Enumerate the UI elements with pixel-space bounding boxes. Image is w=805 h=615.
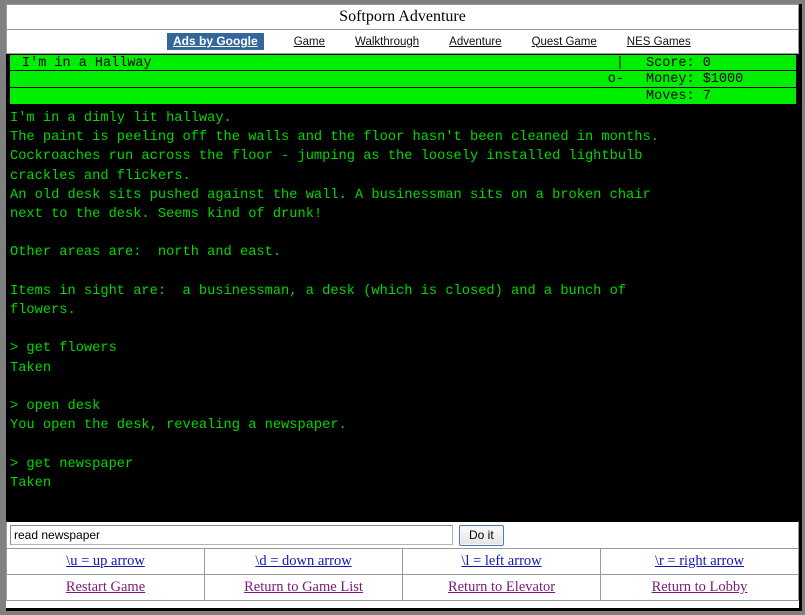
status-row-money: o- Money: $1000 <box>10 71 796 88</box>
nav-cell-lobby[interactable]: Return to Lobby <box>601 575 798 600</box>
status-location: I'm in a Hallway <box>22 56 152 71</box>
nav-cell-game-list[interactable]: Return to Game List <box>205 575 403 600</box>
status-panel: I'm in a Hallway | Score: 0 o- Money: $1… <box>6 54 796 105</box>
arrow-cell-down[interactable]: \d = down arrow <box>205 549 403 574</box>
arrow-link-right[interactable]: \r = right arrow <box>655 553 744 570</box>
ads-by-google-badge[interactable]: Ads by Google <box>167 33 264 50</box>
arrow-link-down[interactable]: \d = down arrow <box>255 553 351 570</box>
top-nav-bar: Ads by Google Game Walkthrough Adventure… <box>6 30 799 54</box>
status-score: Score: 0 <box>646 56 711 71</box>
arrow-link-left[interactable]: \l = left arrow <box>461 553 541 570</box>
compass-indicator-row3 <box>504 88 624 104</box>
status-blank-1 <box>10 71 504 87</box>
command-input[interactable] <box>10 525 453 545</box>
nav-link-walkthrough[interactable]: Walkthrough <box>355 36 419 48</box>
console-transcript: I'm in a dimly lit hallway. The paint is… <box>10 111 659 491</box>
arrow-link-up[interactable]: \u = up arrow <box>66 553 145 570</box>
link-return-to-game-list[interactable]: Return to Game List <box>244 579 363 596</box>
page-title: Softporn Adventure <box>6 4 799 30</box>
command-bar: Do it <box>6 521 799 549</box>
status-money: Money: $1000 <box>646 72 744 87</box>
console-output: I'm in a dimly lit hallway. The paint is… <box>6 105 799 521</box>
nav-link-quest-game[interactable]: Quest Game <box>532 36 597 48</box>
status-blank-2 <box>10 88 504 104</box>
nav-link-game[interactable]: Game <box>294 36 325 48</box>
browser-page: Softporn Adventure Ads by Google Game Wa… <box>0 0 805 615</box>
status-moves: Moves: 7 <box>646 89 711 104</box>
arrow-cell-left[interactable]: \l = left arrow <box>403 549 601 574</box>
arrow-shortcut-row: \u = up arrow \d = down arrow \l = left … <box>6 549 799 575</box>
link-restart-game[interactable]: Restart Game <box>66 579 145 596</box>
nav-cell-restart[interactable]: Restart Game <box>7 575 205 600</box>
arrow-cell-up[interactable]: \u = up arrow <box>7 549 205 574</box>
do-it-button[interactable]: Do it <box>459 524 504 546</box>
nav-link-nes-games[interactable]: NES Games <box>627 36 691 48</box>
nav-link-adventure[interactable]: Adventure <box>449 36 501 48</box>
compass-indicator-row2: o- <box>607 72 624 87</box>
status-row-score: I'm in a Hallway | Score: 0 <box>10 54 796 71</box>
compass-indicator-row1: | <box>615 56 624 71</box>
game-nav-row: Restart Game Return to Game List Return … <box>6 575 799 601</box>
link-return-to-elevator[interactable]: Return to Elevator <box>448 579 555 596</box>
arrow-cell-right[interactable]: \r = right arrow <box>601 549 798 574</box>
link-return-to-lobby[interactable]: Return to Lobby <box>652 579 748 596</box>
nav-cell-elevator[interactable]: Return to Elevator <box>403 575 601 600</box>
status-row-moves: Moves: 7 <box>10 88 796 105</box>
game-console: I'm in a Hallway | Score: 0 o- Money: $1… <box>6 54 799 521</box>
game-frame: Softporn Adventure Ads by Google Game Wa… <box>6 4 802 611</box>
